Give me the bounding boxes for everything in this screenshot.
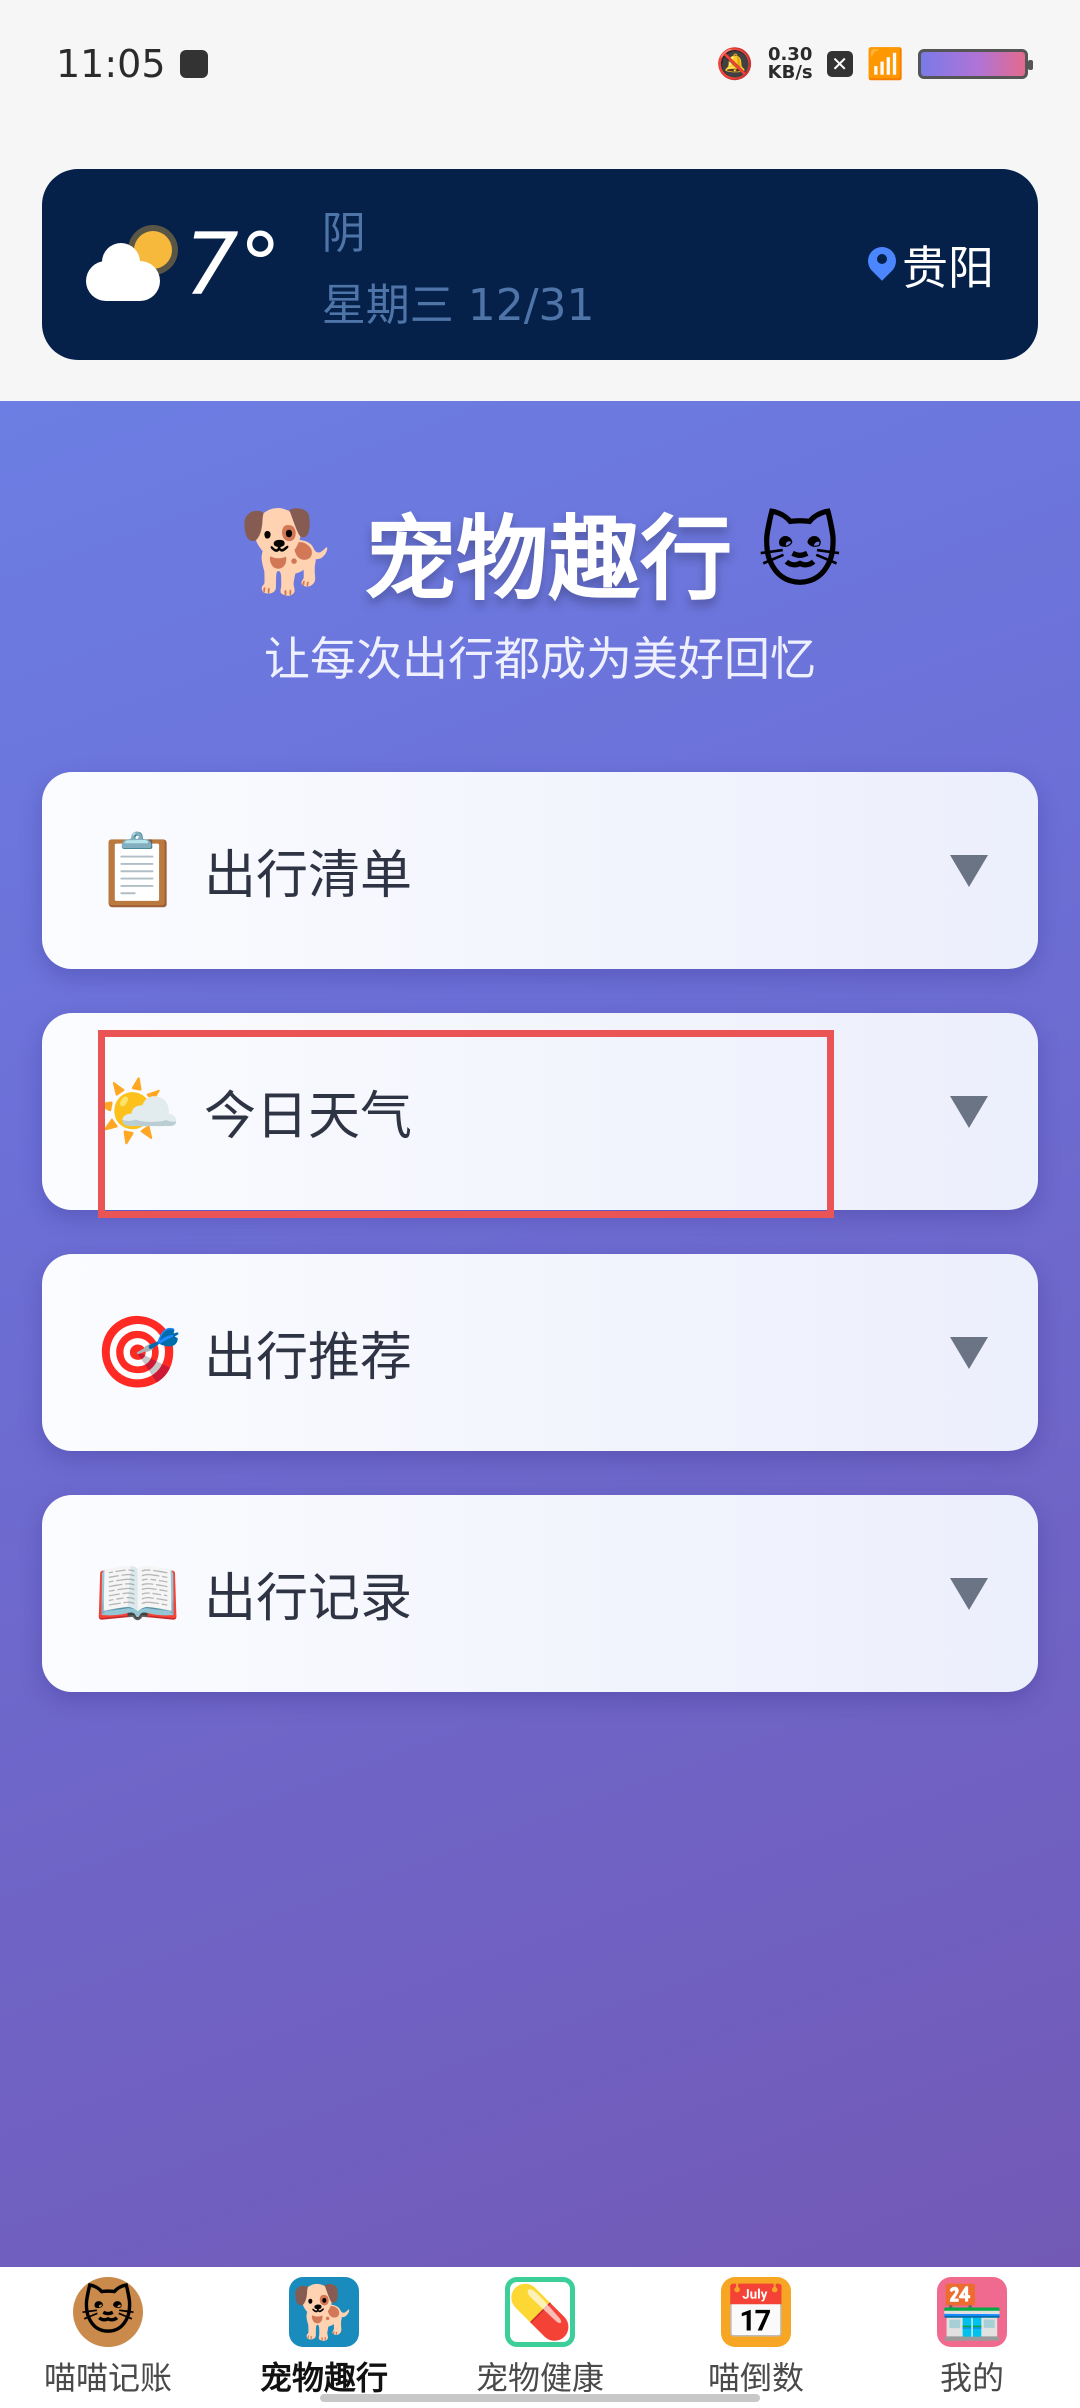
section-label: 出行清单 xyxy=(204,846,413,906)
dog-walk-icon: 🐕 xyxy=(289,2277,359,2347)
wifi-icon: 📶 xyxy=(866,46,904,82)
section-label: 出行记录 xyxy=(204,1569,413,1629)
net-speed: 0.30 KB/s xyxy=(767,44,813,83)
app-screen: 11:05 🔕 0.30 KB/s ✕ 📶 7° 阴 星期三 12/31 贵阳 xyxy=(0,0,1080,2408)
section-travel-checklist[interactable]: 📋 出行清单 xyxy=(42,772,1038,969)
page-title: 宠物趣行 xyxy=(364,506,733,613)
nav-item-pet-travel[interactable]: 🐕 宠物趣行 xyxy=(216,2277,432,2399)
cat-icon: 🐱 xyxy=(758,505,842,598)
nav-item-countdown[interactable]: 📅 喵倒数 xyxy=(648,2277,864,2399)
book-icon: 📖 xyxy=(94,1552,182,1634)
chevron-down-icon[interactable] xyxy=(950,1336,988,1369)
weather-temperature: 7° xyxy=(184,214,282,315)
cat-face-icon: 🐱 xyxy=(73,2277,143,2347)
medicine-icon: 💊 xyxy=(505,2277,575,2347)
battery-icon xyxy=(918,49,1033,79)
chevron-down-icon[interactable] xyxy=(950,1577,988,1610)
page-header: 🐕 宠物趣行 🐱 xyxy=(0,485,1080,618)
location-pin-icon xyxy=(868,247,896,283)
home-indicator[interactable] xyxy=(320,2394,760,2402)
location[interactable]: 贵阳 xyxy=(868,232,994,298)
target-icon: 🎯 xyxy=(94,1311,182,1393)
weather-date: 星期三 12/31 xyxy=(321,279,595,331)
clipboard-icon: 📋 xyxy=(94,829,182,911)
section-label: 今日天气 xyxy=(204,1087,413,1147)
cloud-sun-icon xyxy=(86,225,176,305)
dog-icon: 🐕 xyxy=(238,504,339,598)
section-travel-recommendation[interactable]: 🎯 出行推荐 xyxy=(42,1254,1038,1451)
bell-muted-icon: 🔕 xyxy=(716,46,754,82)
calendar-icon: 📅 xyxy=(721,2277,791,2347)
section-travel-records[interactable]: 📖 出行记录 xyxy=(42,1495,1038,1692)
status-time: 11:05 xyxy=(56,42,166,86)
weather-card[interactable]: 7° 阴 星期三 12/31 贵阳 xyxy=(42,169,1038,360)
bottom-nav: 🐱 喵喵记账 🐕 宠物趣行 💊 宠物健康 📅 喵倒数 🏪 我的 xyxy=(0,2267,1080,2408)
chevron-down-icon[interactable] xyxy=(950,1095,988,1128)
city-name: 贵阳 xyxy=(902,240,994,295)
close-box-icon: ✕ xyxy=(826,51,853,77)
nav-item-profile[interactable]: 🏪 我的 xyxy=(864,2277,1080,2399)
page-subtitle: 让每次出行都成为美好回忆 xyxy=(264,632,816,686)
message-icon xyxy=(179,50,208,78)
chevron-down-icon[interactable] xyxy=(950,854,988,887)
weather-condition: 阴 xyxy=(321,207,366,259)
sun-cloud-icon: 🌤️ xyxy=(94,1070,182,1152)
section-today-weather[interactable]: 🌤️ 今日天气 xyxy=(42,1013,1038,1210)
shop-icon: 🏪 xyxy=(937,2277,1007,2347)
nav-item-bookkeeping[interactable]: 🐱 喵喵记账 xyxy=(0,2277,216,2399)
section-label: 出行推荐 xyxy=(204,1328,413,1388)
status-bar: 11:05 🔕 0.30 KB/s ✕ 📶 xyxy=(0,0,1080,128)
nav-item-pet-health[interactable]: 💊 宠物健康 xyxy=(432,2277,648,2399)
